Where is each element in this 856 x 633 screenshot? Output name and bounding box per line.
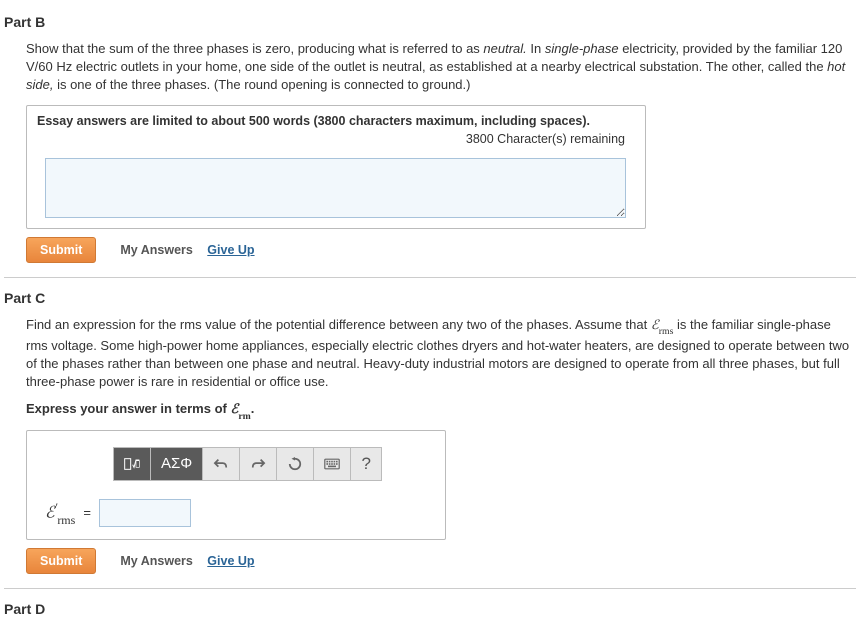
part-c: Part C Find an expression for the rms va… [4,290,856,574]
fraction-root-icon [124,457,140,471]
text: . [251,401,255,416]
text: is one of the three phases. (The round o… [53,77,470,92]
part-c-instruction: Express your answer in terms of ℰrm. [26,401,856,420]
greek-button[interactable]: ΑΣΦ [151,448,203,480]
redo-button[interactable] [240,448,277,480]
expression-container: ΑΣΦ ? ℰ′rms = [26,430,446,540]
text-italic: single-phase [545,41,619,56]
redo-icon [250,457,266,471]
text: Show that the sum of the three phases is… [26,41,483,56]
essay-remaining-text: 3800 Character(s) remaining [37,132,635,146]
separator [4,588,856,589]
give-up-link[interactable]: Give Up [207,554,254,568]
text: In [527,41,545,56]
part-b: Part B Show that the sum of the three ph… [4,14,856,263]
part-c-prompt: Find an expression for the rms value of … [26,316,856,392]
answer-variable-label: ℰ′rms [45,500,75,526]
my-answers-text: My Answers [120,243,192,257]
help-button[interactable]: ? [351,448,381,480]
essay-limit-text: Essay answers are limited to about 500 w… [37,114,635,132]
part-b-actions: Submit My Answers Give Up [26,237,856,263]
text-italic: neutral. [483,41,526,56]
text: Find an expression for the rms value of … [26,317,651,332]
essay-textarea[interactable] [45,158,626,218]
submit-button[interactable]: Submit [26,548,96,574]
part-c-actions: Submit My Answers Give Up [26,548,856,574]
answer-row: ℰ′rms = [45,499,427,527]
undo-button[interactable] [203,448,240,480]
actions-right: My Answers Give Up [120,242,254,257]
part-b-header: Part B [4,14,856,30]
actions-right: My Answers Give Up [120,553,254,568]
essay-container: Essay answers are limited to about 500 w… [26,105,646,229]
template-button[interactable] [114,448,151,480]
part-d: Part D [4,601,856,617]
keyboard-button[interactable] [314,448,351,480]
part-d-header: Part D [4,601,856,617]
reset-button[interactable] [277,448,314,480]
part-c-header: Part C [4,290,856,306]
answer-input[interactable] [99,499,191,527]
my-answers-text: My Answers [120,554,192,568]
equals-text: = [83,505,91,520]
text: Express your answer in terms of [26,401,230,416]
keyboard-icon [324,457,340,471]
expression-toolbar: ΑΣΦ ? [113,447,382,481]
reset-icon [287,457,303,471]
give-up-link[interactable]: Give Up [207,243,254,257]
undo-icon [213,457,229,471]
e-rms-symbol: ℰrms [651,317,674,332]
part-b-prompt: Show that the sum of the three phases is… [26,40,856,95]
e-rm-symbol: ℰrm [230,401,250,416]
submit-button[interactable]: Submit [26,237,96,263]
separator [4,277,856,278]
